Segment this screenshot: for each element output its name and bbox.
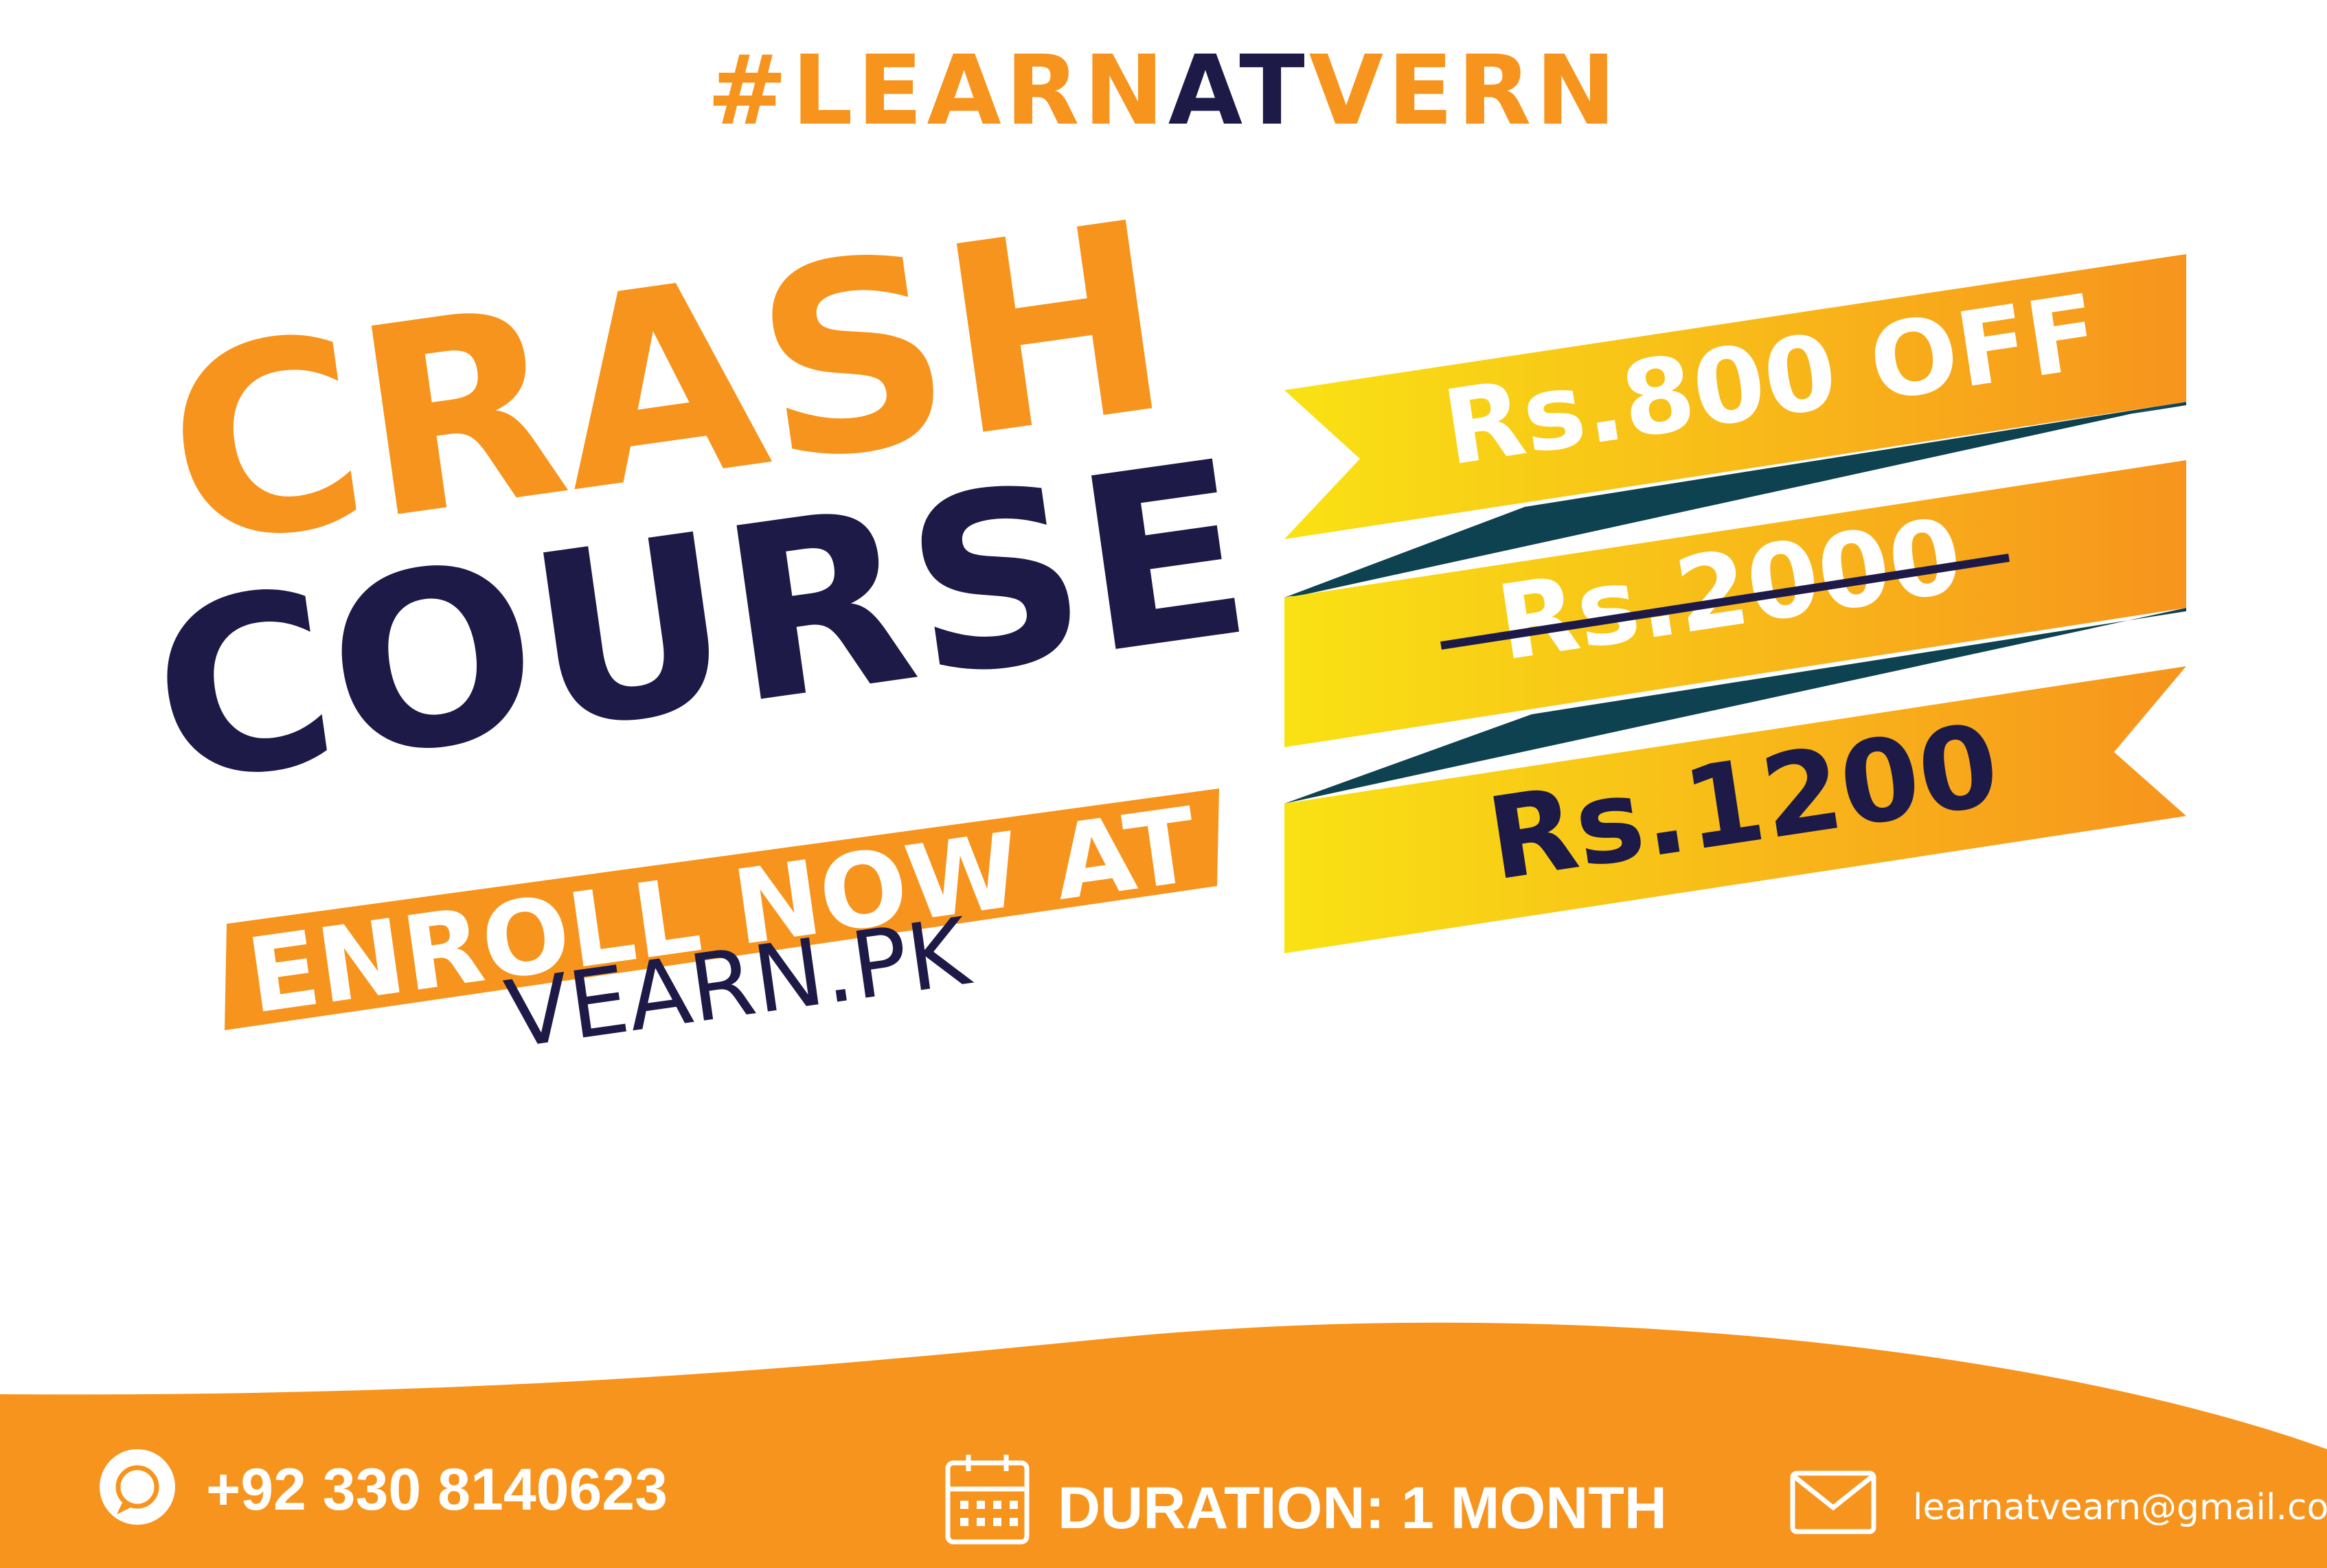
duration-text: DURATION: 1 MONTH	[1058, 1475, 1667, 1541]
hashtag-part-at: AT	[1168, 35, 1309, 147]
phone-number: +92 330 8140623	[206, 1457, 668, 1523]
price-ribbons: Rs.800 OFF Rs.2000 Rs.1200	[1284, 254, 2186, 953]
hashtag-part-vern: VERN	[1309, 35, 1620, 147]
promo-poster: #LEARNATVERN CRASH COURSE ENROLL NOW AT …	[0, 35, 2327, 1568]
email-address: learnatvearn@gmail.com	[1913, 1487, 2327, 1528]
hashtag-title: #LEARNATVERN	[707, 35, 1620, 147]
hashtag-part-learn: #LEARN	[707, 35, 1168, 147]
whatsapp-icon	[100, 1449, 175, 1525]
headline: CRASH COURSE	[137, 165, 1264, 839]
